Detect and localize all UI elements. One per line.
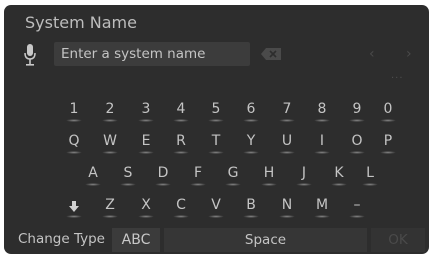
- key-d[interactable]: D: [152, 163, 174, 187]
- key-1[interactable]: 1: [63, 99, 85, 123]
- space-button[interactable]: Space: [164, 228, 367, 252]
- key-dash[interactable]: –: [346, 195, 368, 219]
- key-v[interactable]: V: [205, 195, 227, 219]
- key-2[interactable]: 2: [99, 99, 121, 123]
- key-3[interactable]: 3: [135, 99, 157, 123]
- key-a[interactable]: A: [82, 163, 104, 187]
- key-x[interactable]: X: [135, 195, 157, 219]
- key-s[interactable]: S: [117, 163, 139, 187]
- change-type-label[interactable]: Change Type: [18, 231, 105, 247]
- key-h[interactable]: H: [258, 163, 280, 187]
- keyboard-screen: System Name Enter a system name ‹ › ··· …: [4, 5, 429, 254]
- key-g[interactable]: G: [222, 163, 244, 187]
- key-p[interactable]: P: [377, 131, 399, 155]
- chevron-right-icon[interactable]: ›: [406, 47, 412, 61]
- input-placeholder: Enter a system name: [61, 46, 206, 62]
- keyboard-row-zxcv: Z X C V B N M –: [4, 195, 429, 219]
- key-k[interactable]: K: [328, 163, 350, 187]
- microphone-icon[interactable]: [24, 44, 36, 66]
- key-n[interactable]: N: [276, 195, 298, 219]
- key-6[interactable]: 6: [240, 99, 262, 123]
- key-q[interactable]: Q: [63, 131, 85, 155]
- ellipsis-icon[interactable]: ···: [391, 73, 404, 84]
- key-j[interactable]: J: [293, 163, 315, 187]
- key-z[interactable]: Z: [99, 195, 121, 219]
- key-w[interactable]: W: [99, 131, 121, 155]
- chevron-left-icon[interactable]: ‹: [369, 47, 375, 61]
- page-title: System Name: [25, 13, 137, 32]
- key-y[interactable]: Y: [240, 131, 262, 155]
- ok-button[interactable]: OK: [371, 228, 425, 252]
- key-i[interactable]: I: [311, 131, 333, 155]
- key-t[interactable]: T: [205, 131, 227, 155]
- keyboard-row-asdf: A S D F G H J K L: [4, 163, 429, 187]
- key-u[interactable]: U: [276, 131, 298, 155]
- bottom-toolbar: Change Type ABC Space OK: [4, 227, 429, 254]
- key-r[interactable]: R: [170, 131, 192, 155]
- key-9[interactable]: 9: [346, 99, 368, 123]
- key-o[interactable]: O: [346, 131, 368, 155]
- shift-key[interactable]: [63, 195, 85, 219]
- key-f[interactable]: F: [187, 163, 209, 187]
- key-5[interactable]: 5: [205, 99, 227, 123]
- keyboard-row-qwerty: Q W E R T Y U I O P: [4, 131, 429, 155]
- system-name-input[interactable]: Enter a system name: [54, 42, 250, 66]
- abc-button[interactable]: ABC: [112, 228, 160, 252]
- key-l[interactable]: L: [359, 163, 381, 187]
- keyboard-row-numbers: 1 2 3 4 5 6 7 8 9 0: [4, 99, 429, 123]
- key-4[interactable]: 4: [170, 99, 192, 123]
- key-c[interactable]: C: [170, 195, 192, 219]
- key-b[interactable]: B: [240, 195, 262, 219]
- backspace-icon[interactable]: [261, 48, 281, 60]
- arrow-down-icon: [69, 201, 79, 212]
- key-m[interactable]: M: [311, 195, 333, 219]
- key-e[interactable]: E: [135, 131, 157, 155]
- key-8[interactable]: 8: [311, 99, 333, 123]
- key-0[interactable]: 0: [377, 99, 399, 123]
- key-7[interactable]: 7: [276, 99, 298, 123]
